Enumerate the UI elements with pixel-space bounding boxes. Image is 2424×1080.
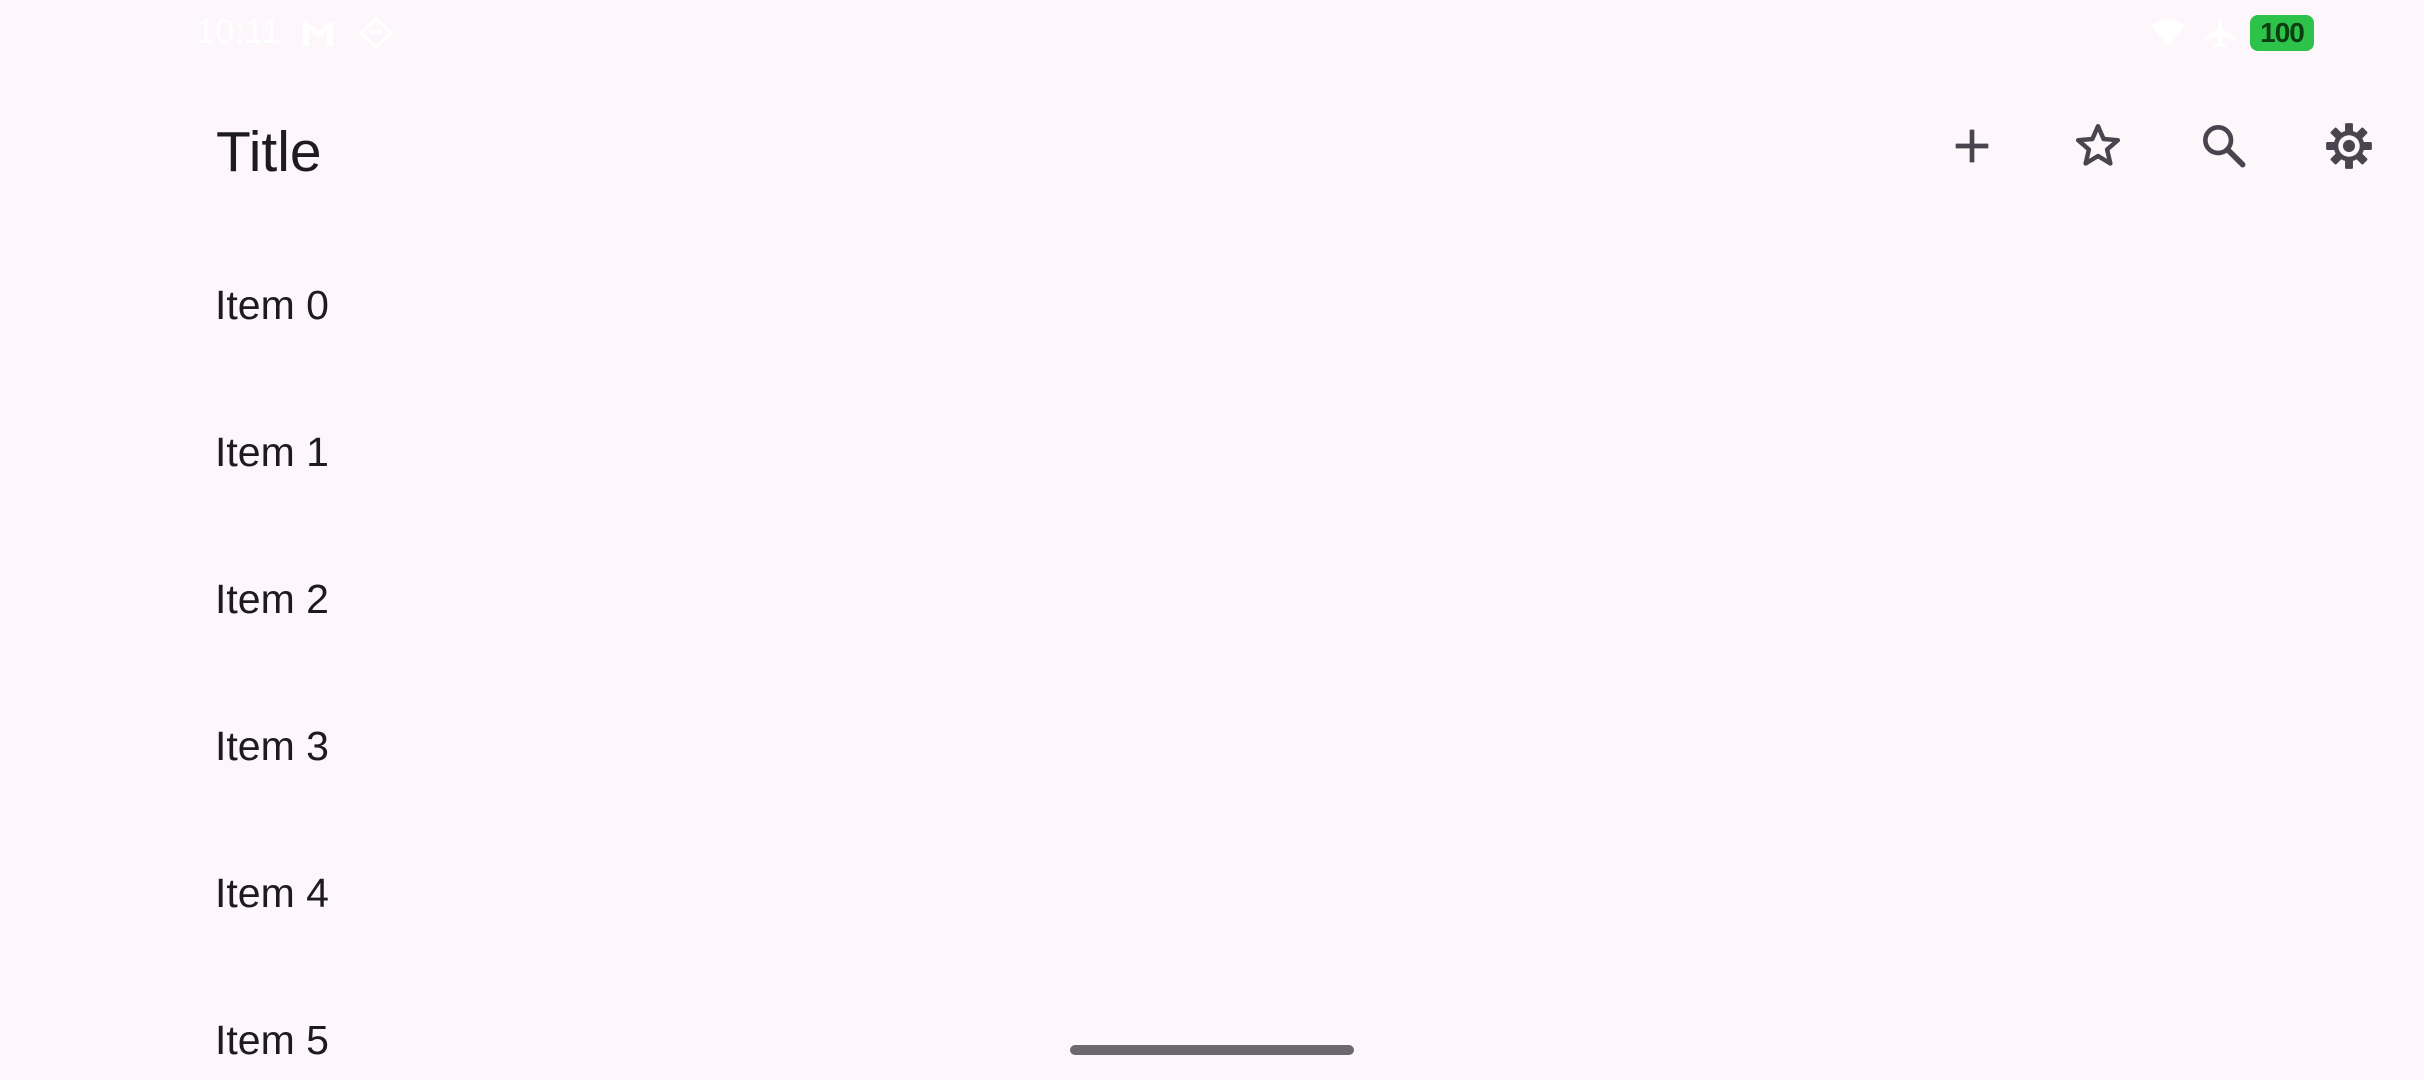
- item-list: Item 0 Item 1 Item 2 Item 3 Item 4 Item …: [0, 232, 2424, 1080]
- wifi-icon: [2150, 16, 2186, 50]
- status-bar: 10:11 100: [0, 0, 2424, 66]
- list-item[interactable]: Item 2: [0, 526, 2424, 673]
- star-outline-icon: [2070, 118, 2126, 179]
- airplane-mode-icon: [2202, 16, 2238, 50]
- list-item[interactable]: Item 4: [0, 820, 2424, 967]
- status-time: 10:11: [196, 13, 282, 51]
- list-item-label: Item 0: [215, 282, 329, 328]
- top-app-bar: Title: [0, 88, 2424, 208]
- location-diamond-icon: [358, 16, 394, 50]
- settings-icon: [2321, 118, 2377, 179]
- gesture-nav-handle[interactable]: [1070, 1045, 1354, 1055]
- list-item[interactable]: Item 3: [0, 673, 2424, 820]
- add-button[interactable]: [1929, 105, 2015, 191]
- list-item[interactable]: Item 0: [0, 232, 2424, 379]
- search-button[interactable]: [2181, 105, 2267, 191]
- list-item-label: Item 1: [215, 429, 329, 475]
- list-item-label: Item 2: [215, 576, 329, 622]
- battery-indicator: 100: [2250, 15, 2314, 51]
- list-item[interactable]: Item 5: [0, 967, 2424, 1080]
- list-item[interactable]: Item 1: [0, 379, 2424, 526]
- list-item-label: Item 5: [215, 1017, 329, 1063]
- gmail-icon: [300, 16, 336, 50]
- page-title: Title: [216, 120, 322, 184]
- search-icon: [2196, 118, 2252, 179]
- screen: 10:11 100 Title Item 0 Item 1 Item 2 Ite…: [0, 0, 2424, 1080]
- settings-button[interactable]: [2306, 105, 2392, 191]
- list-item-label: Item 3: [215, 723, 329, 769]
- add-icon: [1944, 118, 2000, 179]
- favorite-button[interactable]: [2055, 105, 2141, 191]
- list-item-label: Item 4: [215, 870, 329, 916]
